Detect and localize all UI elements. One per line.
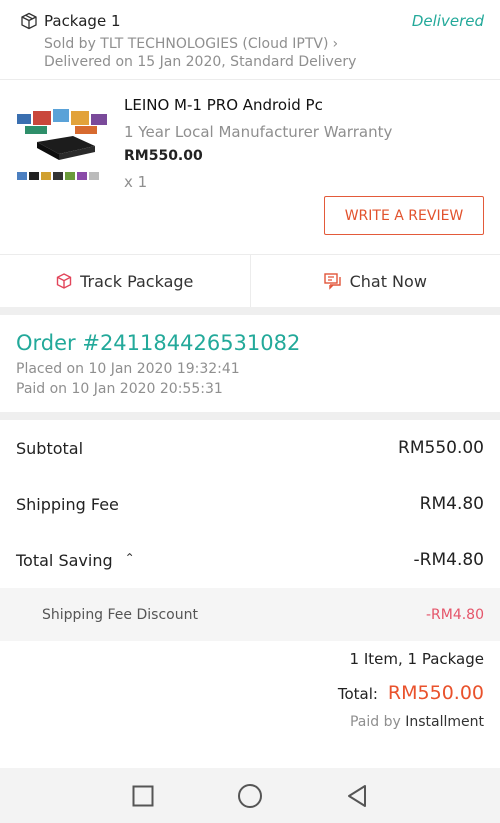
payment-method: Paid by Installment bbox=[338, 714, 484, 730]
product-image bbox=[15, 102, 110, 184]
product-quantity: x 1 bbox=[124, 173, 148, 191]
total-amount: RM550.00 bbox=[387, 682, 484, 704]
track-package-button[interactable]: Track Package bbox=[0, 255, 250, 307]
seller-name: Sold by TLT TECHNOLOGIES (Cloud IPTV) bbox=[44, 35, 329, 52]
chevron-up-icon[interactable]: ⌃ bbox=[125, 551, 135, 565]
order-info: Order #241184426531082 Placed on 10 Jan … bbox=[0, 316, 500, 412]
write-review-button[interactable]: WRITE A REVIEW bbox=[324, 196, 484, 235]
delivery-status-label: Delivered bbox=[411, 12, 484, 30]
total-label: Total: bbox=[337, 685, 378, 703]
product-name[interactable]: LEINO M-1 PRO Android Pc bbox=[124, 96, 323, 114]
shipping-discount-row: Shipping Fee Discount -RM4.80 bbox=[0, 588, 500, 641]
package-actions: Track Package Chat Now bbox=[0, 255, 500, 307]
total-saving-value: -RM4.80 bbox=[413, 550, 484, 570]
order-paid-date: Paid on 10 Jan 2020 20:55:31 bbox=[16, 381, 223, 397]
system-navigation-bar bbox=[0, 768, 500, 823]
section-separator bbox=[0, 412, 500, 420]
square-icon bbox=[132, 785, 154, 806]
home-button[interactable] bbox=[197, 783, 304, 809]
recent-apps-button[interactable] bbox=[90, 785, 197, 807]
chat-icon bbox=[323, 272, 341, 290]
back-button[interactable] bbox=[304, 784, 411, 808]
total-saving-label: Total Saving bbox=[16, 550, 113, 570]
track-package-icon bbox=[56, 273, 72, 289]
chat-now-label: Chat Now bbox=[349, 271, 427, 291]
triangle-back-icon bbox=[348, 784, 366, 807]
paid-by-label: Paid by bbox=[349, 714, 401, 730]
subtotal-row: Subtotal RM550.00 bbox=[0, 420, 500, 476]
chat-now-button[interactable]: Chat Now bbox=[249, 255, 500, 307]
paid-by-method: Installment bbox=[405, 714, 484, 730]
order-number: Order #241184426531082 bbox=[16, 331, 301, 355]
seller-link[interactable]: Sold by TLT TECHNOLOGIES (Cloud IPTV) › bbox=[44, 34, 484, 53]
delivery-info: Delivered on 15 Jan 2020, Standard Deliv… bbox=[44, 54, 357, 70]
shipping-discount-label: Shipping Fee Discount bbox=[42, 606, 198, 623]
package-header: Package 1 Delivered Sold by TLT TECHNOLO… bbox=[0, 0, 500, 78]
subtotal-value: RM550.00 bbox=[398, 438, 484, 458]
order-totals: 1 Item, 1 Package Total: RM550.00 Paid b… bbox=[338, 650, 484, 730]
items-count: 1 Item, 1 Package bbox=[349, 650, 484, 668]
total-saving-row[interactable]: Total Saving ⌃ -RM4.80 bbox=[0, 532, 500, 588]
chevron-right-icon: › bbox=[332, 35, 339, 52]
track-package-label: Track Package bbox=[80, 271, 194, 291]
shipping-discount-value: -RM4.80 bbox=[425, 606, 484, 623]
circle-icon bbox=[238, 783, 262, 808]
section-separator bbox=[0, 307, 500, 315]
package-box-icon bbox=[21, 12, 37, 30]
package-title: Package 1 bbox=[44, 12, 121, 30]
product-item[interactable]: LEINO M-1 PRO Android Pc 1 Year Local Ma… bbox=[0, 80, 500, 252]
product-warranty: 1 Year Local Manufacturer Warranty bbox=[124, 123, 393, 141]
order-placed-date: Placed on 10 Jan 2020 19:32:41 bbox=[16, 361, 240, 377]
shipping-fee-value: RM4.80 bbox=[419, 494, 484, 514]
order-summary: Subtotal RM550.00 Shipping Fee RM4.80 To… bbox=[0, 420, 500, 641]
shipping-fee-row: Shipping Fee RM4.80 bbox=[0, 476, 500, 532]
shipping-fee-label: Shipping Fee bbox=[16, 494, 119, 514]
subtotal-label: Subtotal bbox=[16, 438, 84, 458]
product-price: RM550.00 bbox=[124, 148, 203, 164]
